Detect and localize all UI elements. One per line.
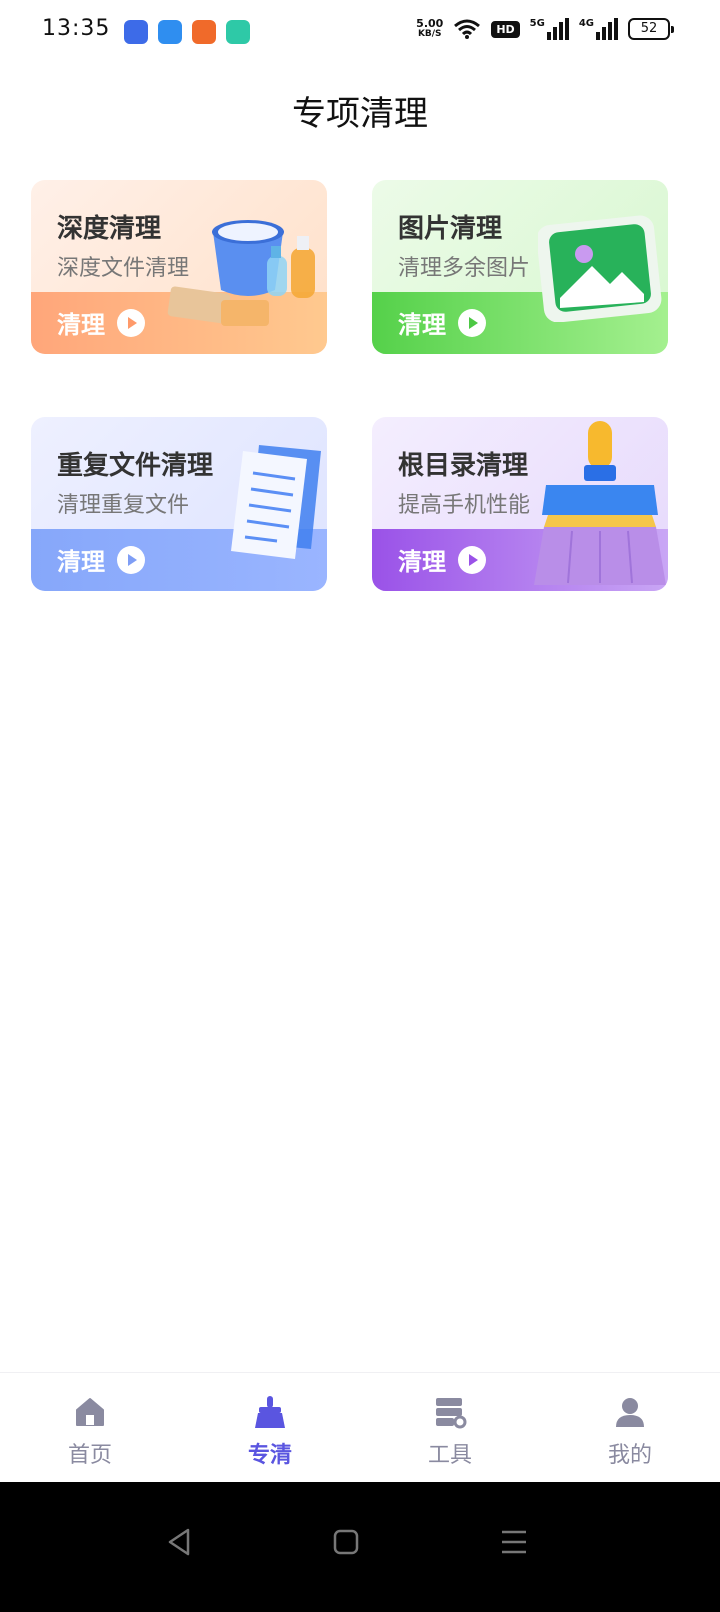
clean-button-label: 清理	[398, 311, 446, 339]
play-icon	[117, 308, 145, 337]
hd-badge: HD	[491, 20, 520, 38]
broom-icon	[255, 1396, 285, 1428]
play-icon	[458, 308, 486, 337]
bottom-nav: 首页 专清 工具 我的	[0, 1372, 720, 1482]
nav-item-special-clean[interactable]: 专清	[180, 1373, 360, 1482]
nav-label: 工具	[427, 1443, 472, 1468]
network-speed-unit: KB/S	[417, 29, 442, 39]
signal-4g: 4G	[579, 18, 618, 40]
app-notification-icon	[158, 20, 182, 44]
signal-bars-icon	[596, 18, 618, 40]
nav-label: 我的	[607, 1443, 652, 1468]
picture-icon	[538, 215, 662, 322]
notification-icons	[124, 20, 250, 44]
card-subtitle: 清理多余图片	[398, 256, 531, 281]
system-nav-bar	[0, 1482, 720, 1612]
wifi-icon	[454, 19, 481, 39]
signal-4g-label: 4G	[578, 18, 594, 29]
clean-button-label: 清理	[57, 548, 105, 576]
card-title: 根目录清理	[398, 451, 529, 481]
page-title: 专项清理	[292, 94, 428, 134]
clean-button-label: 清理	[57, 311, 105, 339]
card-title: 重复文件清理	[57, 451, 214, 481]
nav-label: 首页	[67, 1443, 112, 1468]
card-image-clean[interactable]: 图片清理 清理多余图片 清理	[372, 180, 668, 354]
status-bar: 13:35 5.00 KB/S HD 5G 4G 52	[0, 0, 720, 64]
nav-item-tools[interactable]: 工具	[360, 1373, 540, 1482]
card-subtitle: 提高手机性能	[398, 493, 531, 518]
card-subtitle: 清理重复文件	[57, 493, 190, 518]
status-time: 13:35	[42, 16, 111, 41]
broom-icon	[534, 421, 666, 585]
menu-icon[interactable]	[494, 1522, 534, 1562]
home-square-icon[interactable]	[326, 1522, 366, 1562]
documents-icon	[231, 445, 321, 559]
nav-item-home[interactable]: 首页	[0, 1373, 180, 1482]
back-icon[interactable]	[160, 1522, 200, 1562]
home-icon	[76, 1398, 104, 1426]
network-speed: 5.00 KB/S	[416, 18, 443, 40]
card-title: 图片清理	[398, 214, 503, 244]
tools-icon	[436, 1398, 467, 1429]
card-duplicate-clean[interactable]: 重复文件清理 清理重复文件 清理	[31, 417, 327, 591]
clean-button[interactable]: 清理	[57, 542, 145, 577]
signal-5g-label: 5G	[529, 18, 545, 29]
nav-label: 专清	[247, 1443, 292, 1468]
play-icon	[117, 545, 145, 574]
network-speed-value: 5.00	[416, 17, 444, 30]
card-title: 深度清理	[57, 214, 162, 244]
nav-item-mine[interactable]: 我的	[540, 1373, 720, 1482]
card-subtitle: 深度文件清理	[57, 256, 190, 281]
clean-button[interactable]: 清理	[398, 542, 486, 577]
user-icon	[616, 1398, 644, 1427]
signal-bars-icon	[546, 18, 569, 40]
card-deep-clean[interactable]: 深度清理 深度文件清理 清理	[31, 180, 327, 354]
app-notification-icon	[226, 20, 250, 44]
app-notification-icon	[192, 20, 216, 44]
clean-button-label: 清理	[398, 548, 446, 576]
app-notification-icon	[124, 20, 148, 44]
card-root-clean[interactable]: 根目录清理 提高手机性能 清理	[372, 417, 668, 591]
clean-button[interactable]: 清理	[398, 305, 486, 340]
status-indicators: 5.00 KB/S HD 5G 4G 52	[416, 18, 674, 40]
signal-5g: 5G	[530, 18, 569, 40]
play-icon	[458, 545, 486, 574]
clean-button[interactable]: 清理	[57, 305, 145, 340]
battery-indicator: 52	[628, 18, 674, 40]
